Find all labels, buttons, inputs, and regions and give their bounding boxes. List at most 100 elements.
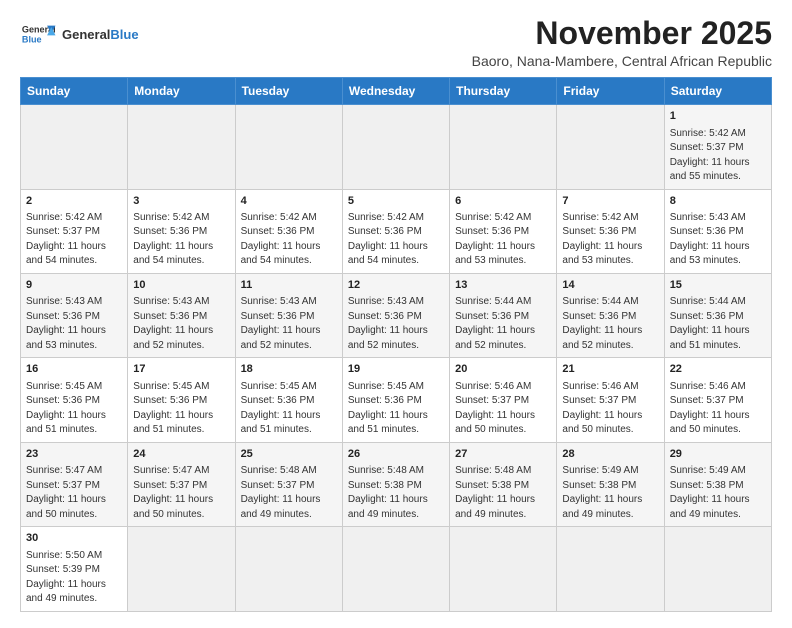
calendar-day-cell: 12 Sunrise: 5:43 AMSunset: 5:36 PMDayligh… [342,273,449,357]
col-header-saturday: Saturday [664,78,771,105]
day-info: Sunrise: 5:47 AMSunset: 5:37 PMDaylight:… [26,464,122,522]
day-number: 24 [133,447,229,462]
day-number: 26 [348,447,444,462]
day-info: Sunrise: 5:42 AMSunset: 5:36 PMDaylight:… [241,211,337,269]
day-number: 19 [348,362,444,377]
day-info: Sunrise: 5:45 AMSunset: 5:36 PMDaylight:… [348,380,444,438]
day-info: Sunrise: 5:42 AMSunset: 5:36 PMDaylight:… [562,211,658,269]
calendar-day-cell: 11 Sunrise: 5:43 AMSunset: 5:36 PMDayligh… [235,273,342,357]
day-info: Sunrise: 5:45 AMSunset: 5:36 PMDaylight:… [26,380,122,438]
calendar-week-row: 2 Sunrise: 5:42 AMSunset: 5:37 PMDaylight… [21,189,772,273]
day-number: 10 [133,278,229,293]
day-info: Sunrise: 5:46 AMSunset: 5:37 PMDaylight:… [670,380,766,438]
calendar-day-cell [664,527,771,611]
calendar-day-cell: 16Sunrise: 5:45 AMSunset: 5:36 PMDayligh… [21,358,128,442]
day-number: 7 [562,194,658,209]
calendar-week-row: 16Sunrise: 5:45 AMSunset: 5:36 PMDayligh… [21,358,772,442]
calendar-day-cell [235,105,342,189]
calendar-week-row: 30Sunrise: 5:50 AMSunset: 5:39 PMDayligh… [21,527,772,611]
col-header-friday: Friday [557,78,664,105]
day-info: Sunrise: 5:45 AMSunset: 5:36 PMDaylight:… [241,380,337,438]
calendar-day-cell [557,527,664,611]
day-number: 2 [26,194,122,209]
calendar-day-cell: 9Sunrise: 5:43 AMSunset: 5:36 PMDaylight… [21,273,128,357]
calendar-day-cell: 27Sunrise: 5:48 AMSunset: 5:38 PMDayligh… [450,442,557,526]
day-number: 17 [133,362,229,377]
day-info: Sunrise: 5:42 AMSunset: 5:37 PMDaylight:… [26,211,122,269]
day-number: 22 [670,362,766,377]
calendar-day-cell: 28 Sunrise: 5:49 AMSunset: 5:38 PMDayligh… [557,442,664,526]
calendar-day-cell: 2 Sunrise: 5:42 AMSunset: 5:37 PMDaylight… [21,189,128,273]
calendar-day-cell: 22 Sunrise: 5:46 AMSunset: 5:37 PMDayligh… [664,358,771,442]
day-info: Sunrise: 5:44 AMSunset: 5:36 PMDaylight:… [670,295,766,353]
day-info: Sunrise: 5:44 AMSunset: 5:36 PMDaylight:… [455,295,551,353]
calendar-day-cell: 26 Sunrise: 5:48 AMSunset: 5:38 PMDayligh… [342,442,449,526]
day-info: Sunrise: 5:49 AMSunset: 5:38 PMDaylight:… [562,464,658,522]
day-info: Sunrise: 5:43 AMSunset: 5:36 PMDaylight:… [133,295,229,353]
calendar-day-cell [342,527,449,611]
calendar-day-cell: 19 Sunrise: 5:45 AMSunset: 5:36 PMDayligh… [342,358,449,442]
calendar-day-cell: 8Sunrise: 5:43 AMSunset: 5:36 PMDaylight… [664,189,771,273]
page-subtitle: Baoro, Nana-Mambere, Central African Rep… [472,53,772,69]
day-info: Sunrise: 5:50 AMSunset: 5:39 PMDaylight:… [26,549,122,607]
calendar-day-cell: 25Sunrise: 5:48 AMSunset: 5:37 PMDayligh… [235,442,342,526]
calendar-day-cell: 29Sunrise: 5:49 AMSunset: 5:38 PMDayligh… [664,442,771,526]
col-header-wednesday: Wednesday [342,78,449,105]
calendar-day-cell: 4 Sunrise: 5:42 AMSunset: 5:36 PMDaylight… [235,189,342,273]
day-number: 28 [562,447,658,462]
col-header-tuesday: Tuesday [235,78,342,105]
calendar-day-cell: 30Sunrise: 5:50 AMSunset: 5:39 PMDayligh… [21,527,128,611]
day-info: Sunrise: 5:42 AMSunset: 5:36 PMDaylight:… [455,211,551,269]
day-info: Sunrise: 5:42 AMSunset: 5:36 PMDaylight:… [133,211,229,269]
calendar-week-row: 23Sunrise: 5:47 AMSunset: 5:37 PMDayligh… [21,442,772,526]
calendar-day-cell: 17 Sunrise: 5:45 AMSunset: 5:36 PMDayligh… [128,358,235,442]
day-number: 11 [241,278,337,293]
calendar-day-cell [450,105,557,189]
day-number: 21 [562,362,658,377]
day-number: 18 [241,362,337,377]
day-info: Sunrise: 5:43 AMSunset: 5:36 PMDaylight:… [26,295,122,353]
day-number: 4 [241,194,337,209]
calendar-day-cell [557,105,664,189]
col-header-monday: Monday [128,78,235,105]
day-info: Sunrise: 5:48 AMSunset: 5:38 PMDaylight:… [348,464,444,522]
calendar-header-row: SundayMondayTuesdayWednesdayThursdayFrid… [21,78,772,105]
calendar-day-cell: 18 Sunrise: 5:45 AMSunset: 5:36 PMDayligh… [235,358,342,442]
logo-text: GeneralBlue [62,27,139,42]
svg-text:Blue: Blue [22,34,42,44]
calendar-day-cell [342,105,449,189]
calendar-day-cell [235,527,342,611]
day-info: Sunrise: 5:46 AMSunset: 5:37 PMDaylight:… [455,380,551,438]
page-title: November 2025 [472,16,772,51]
day-info: Sunrise: 5:48 AMSunset: 5:38 PMDaylight:… [455,464,551,522]
calendar-day-cell: 10 Sunrise: 5:43 AMSunset: 5:36 PMDayligh… [128,273,235,357]
title-area: November 2025 Baoro, Nana-Mambere, Centr… [472,16,772,69]
day-number: 14 [562,278,658,293]
day-number: 13 [455,278,551,293]
day-info: Sunrise: 5:47 AMSunset: 5:37 PMDaylight:… [133,464,229,522]
day-number: 20 [455,362,551,377]
day-info: Sunrise: 5:43 AMSunset: 5:36 PMDaylight:… [348,295,444,353]
day-info: Sunrise: 5:42 AMSunset: 5:37 PMDaylight:… [670,127,766,185]
col-header-sunday: Sunday [21,78,128,105]
calendar-day-cell [128,105,235,189]
calendar-day-cell: 23Sunrise: 5:47 AMSunset: 5:37 PMDayligh… [21,442,128,526]
day-number: 29 [670,447,766,462]
calendar-day-cell: 7 Sunrise: 5:42 AMSunset: 5:36 PMDaylight… [557,189,664,273]
calendar-day-cell [128,527,235,611]
logo: General Blue GeneralBlue [20,20,139,48]
calendar-week-row: 1Sunrise: 5:42 AMSunset: 5:37 PMDaylight… [21,105,772,189]
day-info: Sunrise: 5:46 AMSunset: 5:37 PMDaylight:… [562,380,658,438]
day-info: Sunrise: 5:44 AMSunset: 5:36 PMDaylight:… [562,295,658,353]
calendar-day-cell: 3Sunrise: 5:42 AMSunset: 5:36 PMDaylight… [128,189,235,273]
calendar-day-cell: 14 Sunrise: 5:44 AMSunset: 5:36 PMDayligh… [557,273,664,357]
day-info: Sunrise: 5:43 AMSunset: 5:36 PMDaylight:… [241,295,337,353]
day-info: Sunrise: 5:42 AMSunset: 5:36 PMDaylight:… [348,211,444,269]
day-info: Sunrise: 5:45 AMSunset: 5:36 PMDaylight:… [133,380,229,438]
page-header: General Blue GeneralBlue November 2025 B… [20,16,772,69]
calendar-day-cell: 15Sunrise: 5:44 AMSunset: 5:36 PMDayligh… [664,273,771,357]
calendar-week-row: 9Sunrise: 5:43 AMSunset: 5:36 PMDaylight… [21,273,772,357]
day-number: 12 [348,278,444,293]
calendar-day-cell: 13 Sunrise: 5:44 AMSunset: 5:36 PMDayligh… [450,273,557,357]
calendar-day-cell: 6Sunrise: 5:42 AMSunset: 5:36 PMDaylight… [450,189,557,273]
